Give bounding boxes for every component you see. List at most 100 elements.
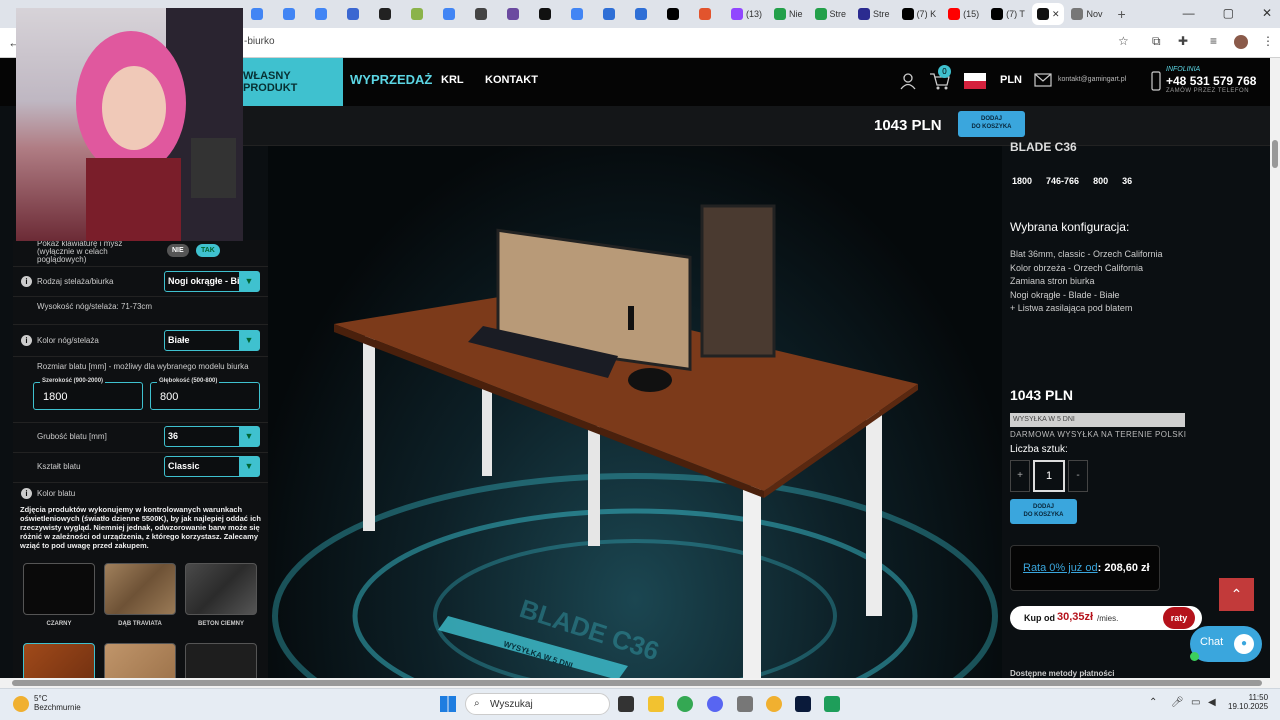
frame-select[interactable]: Nogi okrągłe - Bi ▼: [164, 271, 260, 292]
browser-tab[interactable]: (7) K: [897, 3, 942, 25]
app-icon[interactable]: [766, 696, 782, 712]
network-icon[interactable]: ▭: [1191, 697, 1200, 708]
quantity-increase-button[interactable]: +: [1010, 460, 1030, 492]
swatch-graphite[interactable]: [185, 643, 257, 680]
browser-tab[interactable]: [598, 3, 628, 25]
info-icon[interactable]: i: [21, 335, 32, 346]
browser-tab[interactable]: Nie: [769, 3, 808, 25]
vertical-scrollbar[interactable]: [1270, 58, 1280, 678]
legs-color-select-value: Białe: [168, 335, 190, 345]
weather-icon[interactable]: [13, 696, 29, 712]
raty-button[interactable]: raty: [1163, 607, 1195, 629]
browser-tab[interactable]: [694, 3, 724, 25]
poland-flag-icon[interactable]: [964, 73, 986, 89]
profile-avatar[interactable]: [1234, 35, 1248, 49]
browser-tab[interactable]: (15): [943, 3, 984, 25]
playlist-icon[interactable]: ≡: [1210, 34, 1217, 48]
hotline-phone[interactable]: +48 531 579 768: [1166, 74, 1256, 88]
browser-tab[interactable]: [470, 3, 500, 25]
minimize-icon[interactable]: —: [1183, 6, 1195, 20]
swatch-black[interactable]: [23, 563, 95, 615]
info-icon[interactable]: i: [21, 488, 32, 499]
tab-favicon-icon: [379, 8, 391, 20]
weather-widget[interactable]: 5°C Bezchmurnie: [34, 694, 81, 712]
browser-tab[interactable]: Stre: [810, 3, 852, 25]
scroll-thumb[interactable]: [1272, 140, 1278, 168]
quantity-decrease-button[interactable]: -: [1068, 460, 1088, 492]
horizontal-scrollbar[interactable]: [0, 678, 1280, 688]
browser-tab[interactable]: [342, 3, 372, 25]
browser-tab[interactable]: [278, 3, 308, 25]
extension-icon[interactable]: ⧉: [1152, 34, 1161, 49]
installment-link[interactable]: Rata 0% już od: [1023, 562, 1098, 574]
discord-icon[interactable]: [707, 696, 723, 712]
volume-icon[interactable]: ◀︎: [1208, 697, 1216, 708]
keyboard-yes-toggle[interactable]: TAK: [196, 244, 220, 257]
scroll-to-top-button[interactable]: ⌃: [1219, 578, 1254, 611]
browser-tab[interactable]: [310, 3, 340, 25]
shape-select[interactable]: Classic ▼: [164, 456, 260, 477]
add-to-cart-button[interactable]: DODAJ DO KOSZYKA: [1010, 499, 1077, 524]
tab-label: (7) T: [1006, 9, 1025, 19]
browser-tab[interactable]: [662, 3, 692, 25]
microphone-icon[interactable]: 🎤︎: [1171, 697, 1184, 708]
quantity-input[interactable]: 1: [1033, 460, 1065, 492]
browser-tab[interactable]: [438, 3, 468, 25]
browser-tab[interactable]: [502, 3, 532, 25]
webcam-overlay: [16, 8, 243, 241]
new-tab-button[interactable]: +: [1118, 6, 1126, 22]
scroll-thumb[interactable]: [12, 680, 1262, 686]
browser-tab[interactable]: Nov: [1066, 3, 1107, 25]
phone-icon: [1151, 71, 1161, 91]
task-view-icon[interactable]: [618, 696, 634, 712]
browser-tab[interactable]: [630, 3, 660, 25]
puzzle-icon[interactable]: ✚: [1178, 34, 1188, 48]
chat-button[interactable]: Chat ●: [1190, 626, 1262, 662]
width-field-value: 1800: [43, 391, 68, 403]
browser-tab[interactable]: [566, 3, 596, 25]
browser-tab[interactable]: [406, 3, 436, 25]
nav-krl[interactable]: KRL: [441, 74, 464, 86]
swatch-oak-traviata[interactable]: [104, 563, 176, 615]
taskbar-clock[interactable]: 11:50 19.10.2025: [1228, 693, 1268, 711]
app-icon[interactable]: [824, 696, 840, 712]
browser-tab[interactable]: [246, 3, 276, 25]
contact-email[interactable]: kontakt@gamingart.pl: [1058, 76, 1126, 83]
close-window-icon[interactable]: ✕: [1262, 6, 1272, 20]
user-icon[interactable]: [899, 72, 917, 90]
menu-kebab-icon[interactable]: ⋮: [1262, 34, 1274, 48]
swatch-walnut-california[interactable]: [23, 643, 95, 680]
browser-tab[interactable]: ✕: [1031, 3, 1065, 25]
url-field[interactable]: -biurko: [244, 36, 275, 47]
sticky-add-to-cart-button[interactable]: DODAJ DO KOSZYKA: [958, 111, 1025, 137]
nav-own-product[interactable]: WŁASNY PRODUKT: [243, 58, 343, 106]
browser-tab[interactable]: Stre: [853, 3, 895, 25]
depth-field[interactable]: Głębokość (500-800) 800: [150, 378, 260, 410]
mail-icon[interactable]: [1034, 73, 1052, 87]
browser-tab[interactable]: [534, 3, 564, 25]
browser-tab[interactable]: [374, 3, 404, 25]
tab-close-icon[interactable]: ✕: [1052, 9, 1060, 20]
file-explorer-icon[interactable]: [648, 696, 664, 712]
info-icon[interactable]: i: [21, 276, 32, 287]
swatch-concrete-dark[interactable]: [185, 563, 257, 615]
swatch-light-oak[interactable]: [104, 643, 176, 680]
legs-color-select[interactable]: Białe ▼: [164, 330, 260, 351]
windows-start-icon[interactable]: [440, 696, 456, 712]
bookmark-star-icon[interactable]: ☆: [1118, 34, 1129, 48]
settings-gear-icon[interactable]: [737, 696, 753, 712]
width-field[interactable]: Szerokość (900-2000) 1800: [33, 378, 143, 410]
browser-tab[interactable]: (7) T: [986, 3, 1030, 25]
thickness-select[interactable]: 36 ▼: [164, 426, 260, 447]
chevron-up-icon: ⌃: [1230, 586, 1243, 602]
taskbar-search[interactable]: ⌕ Wyszukaj: [465, 693, 610, 715]
tray-chevron-icon[interactable]: ⌃: [1149, 697, 1157, 708]
currency-selector[interactable]: PLN: [1000, 74, 1022, 86]
keyboard-no-toggle[interactable]: NIE: [167, 244, 189, 257]
photoshop-icon[interactable]: [795, 696, 811, 712]
chrome-icon[interactable]: [677, 696, 693, 712]
nav-contact[interactable]: KONTAKT: [485, 74, 538, 86]
browser-tab[interactable]: (13): [726, 3, 767, 25]
nav-sale[interactable]: WYPRZEDAŻ: [350, 72, 432, 87]
maximize-icon[interactable]: ▢: [1223, 6, 1234, 20]
